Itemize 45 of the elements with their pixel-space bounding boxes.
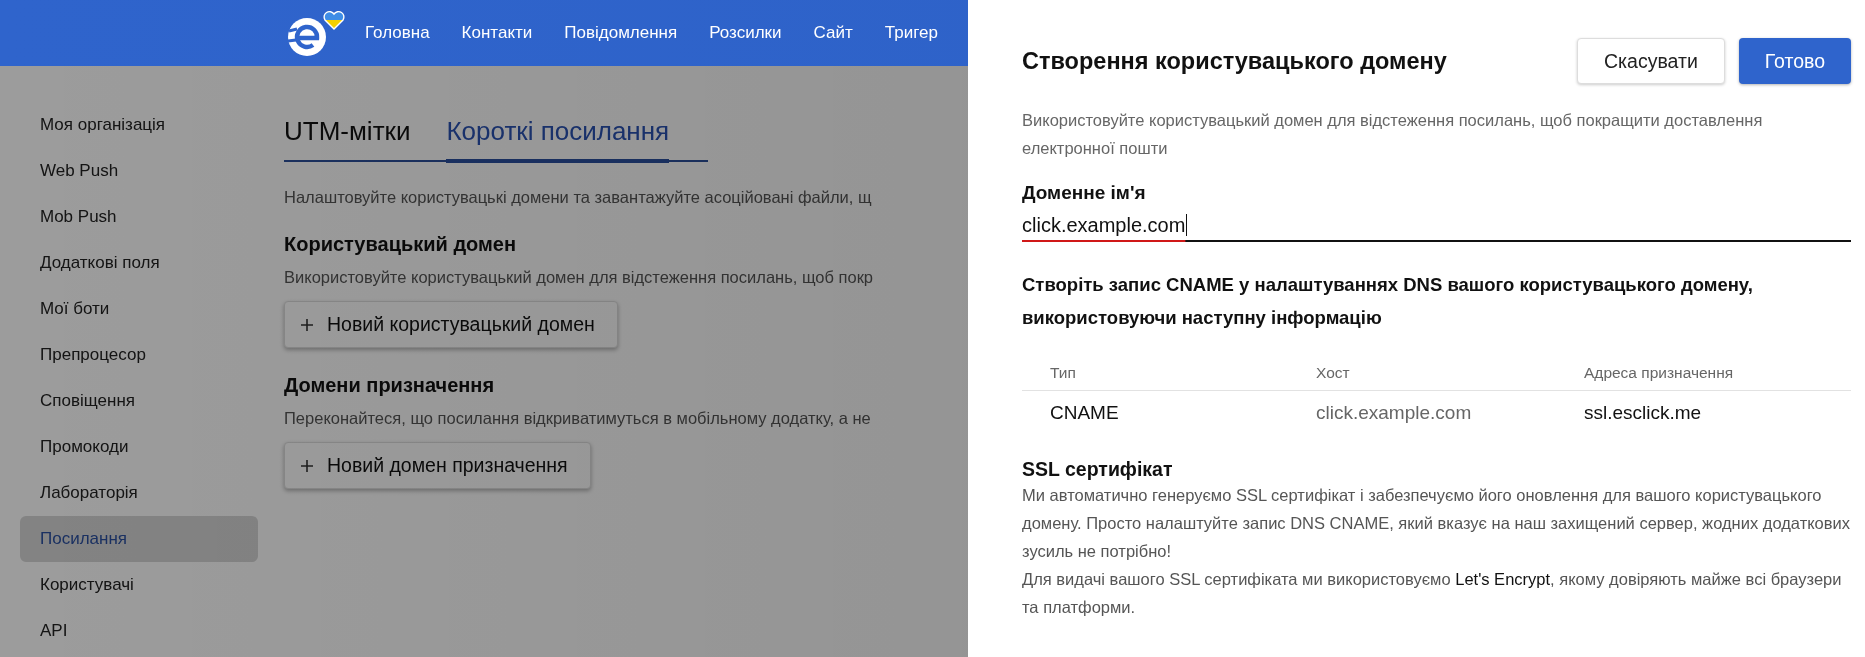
tab[interactable]: Короткі посилання: [446, 116, 670, 163]
sidebar-item[interactable]: Посилання: [20, 516, 258, 562]
nav-link[interactable]: Контакти: [461, 23, 533, 43]
done-button[interactable]: Готово: [1738, 38, 1851, 84]
add-button[interactable]: Новий домен призначення: [284, 442, 591, 489]
sidebar-item[interactable]: Сповіщення: [20, 378, 258, 424]
nav-link[interactable]: Тригер: [884, 23, 938, 43]
plus-icon: [301, 318, 313, 331]
table-cell-text: ssl.esclick.me: [1584, 401, 1703, 424]
intro-text: Налаштовуйте користувацькі домени та завантажуйте асоційовані файли, щ: [284, 188, 873, 207]
plus-icon: [301, 459, 313, 472]
cancel-button[interactable]: Скасувати: [1577, 38, 1725, 84]
ssl-title: SSL сертифікат: [1022, 458, 1174, 481]
add-button[interactable]: Новий користувацький домен: [284, 301, 618, 348]
sidebar-item[interactable]: Моя організація: [20, 102, 258, 148]
nav-link[interactable]: Розсилки: [709, 23, 782, 43]
ssl-description: Ми автоматично генеруємо SSL сертифікат і забезпечуємо його оновлення для вашого користувацького домену. Просто налаштуйте запис DNS CNAME, який вказує на наш захищений сервер, жодних додаткових зусиль не потрібно!: [1022, 485, 1851, 562]
section-description: Переконайтеся, що посилання відкриватимуться в мобільному додатку, а не: [284, 409, 872, 428]
sidebar-item[interactable]: Web Push: [20, 148, 258, 194]
sidebar-item[interactable]: Мої боти: [20, 286, 258, 332]
tab[interactable]: UTM-мітки: [284, 116, 411, 163]
ssl-description: Для видачі вашого SSL сертифіката ми використовуємо Let's Encrypt, якому довіряють майже всі браузери та платформи.: [1022, 569, 1843, 618]
domain-input-field[interactable]: click.example.com: [1022, 214, 1851, 242]
sidebar-item[interactable]: Користувачі: [20, 562, 258, 608]
table-cell-text: CNAME: [1050, 401, 1120, 424]
sidebar-item[interactable]: Додаткові поля: [20, 240, 258, 286]
panel-title: Створення користувацького домену: [1022, 47, 1448, 75]
nav-link[interactable]: Головна: [365, 23, 430, 43]
sidebar-item[interactable]: Лабораторія: [20, 470, 258, 516]
table-cell-text: click.example.com: [1316, 401, 1473, 424]
sidebar-item[interactable]: API: [20, 608, 258, 654]
sidebar-item[interactable]: Промокоди: [20, 424, 258, 470]
column-header: Хост: [1316, 364, 1351, 382]
column-header: Адреса призначення: [1584, 364, 1735, 382]
section-title: Домени призначення: [284, 374, 496, 397]
section-description: Використовуйте користувацький домен для відстеження посилань, щоб покр: [284, 268, 874, 287]
sidebar-item[interactable]: Mob Push: [20, 194, 258, 240]
section-title: Користувацький домен: [284, 233, 518, 256]
field-label: Доменне ім'я: [1022, 182, 1147, 204]
sidebar-item[interactable]: Препроцесор: [20, 332, 258, 378]
panel-description: Використовуйте користувацький домен для відстеження посилань, щоб покращити доставлення електронної пошти: [1022, 110, 1764, 159]
nav-link[interactable]: Повідомлення: [564, 23, 678, 43]
column-header: Тип: [1050, 364, 1077, 382]
nav-link[interactable]: Сайт: [813, 23, 853, 43]
instruction-text: Створіть запис CNAME у налаштуваннях DNS вашого користувацького домену, використовуючи наступну інформацію: [1022, 273, 1754, 330]
